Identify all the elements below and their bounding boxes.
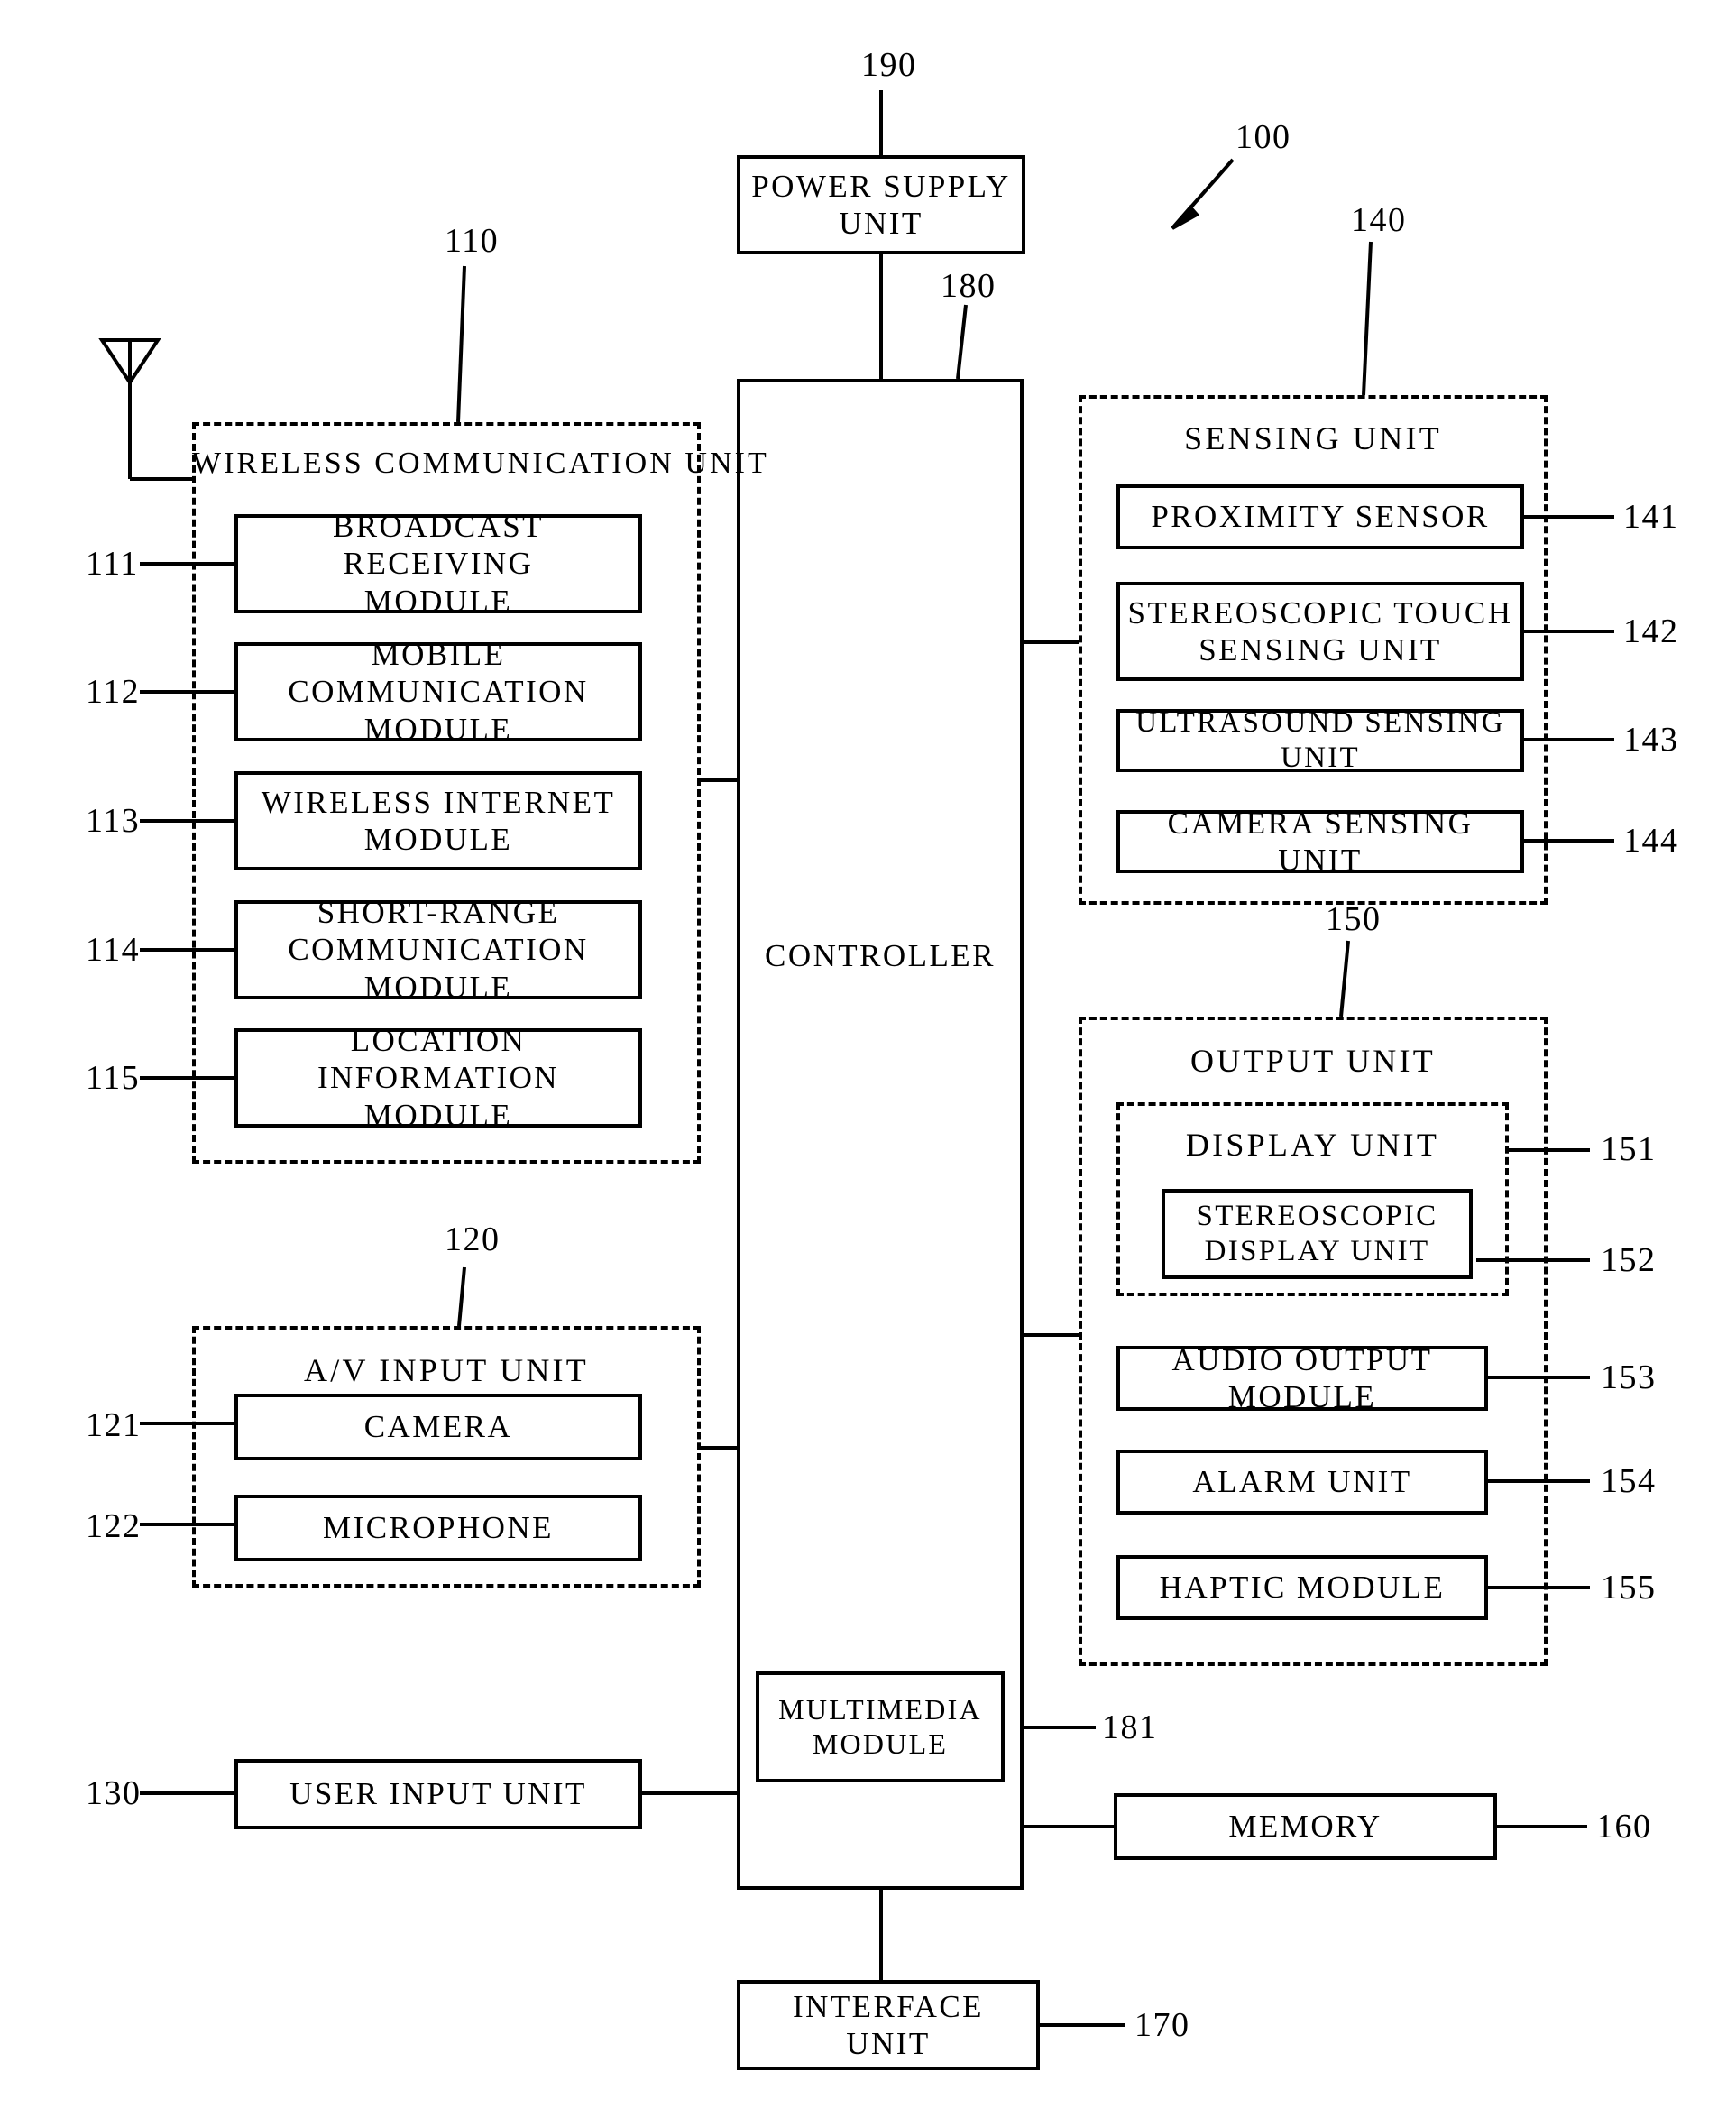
wireless-internet-module-label: WIRELESS INTERNET MODULE [261, 784, 616, 857]
camera-box: CAMERA [234, 1394, 642, 1460]
ref-181: 181 [1102, 1708, 1158, 1746]
proximity-sensor-label: PROXIMITY SENSOR [1151, 499, 1490, 535]
ref-141: 141 [1623, 498, 1679, 536]
proximity-sensor-box: PROXIMITY SENSOR [1116, 484, 1524, 549]
memory-label: MEMORY [1228, 1809, 1382, 1845]
stereoscopic-touch-sensing-unit-label: STEREOSCOPIC TOUCH SENSING UNIT [1127, 594, 1513, 668]
haptic-module-box: HAPTIC MODULE [1116, 1555, 1488, 1620]
ref-153: 153 [1601, 1358, 1657, 1396]
sensing-unit-title: SENSING UNIT [1184, 420, 1442, 456]
controller-label: CONTROLLER [765, 938, 996, 973]
interface-unit-box: INTERFACE UNIT [737, 1980, 1040, 2070]
broadcast-receiving-module-label: BROADCAST RECEIVING MODULE [332, 509, 545, 619]
microphone-label: MICROPHONE [323, 1510, 554, 1546]
ref-120: 120 [445, 1220, 501, 1258]
multimedia-module-label: MULTIMEDIA MODULE [778, 1692, 982, 1760]
alarm-unit-label: ALARM UNIT [1192, 1464, 1412, 1500]
ref-151: 151 [1601, 1130, 1657, 1168]
ref-140: 140 [1351, 201, 1407, 239]
stereoscopic-display-unit-label: STEREOSCOPIC DISPLAY UNIT [1196, 1200, 1438, 1267]
ref-170: 170 [1134, 2006, 1190, 2044]
audio-output-module-label: AUDIO OUTPUT MODULE [1171, 1341, 1433, 1414]
user-input-unit-label: USER INPUT UNIT [289, 1776, 587, 1812]
ref-190: 190 [861, 46, 917, 84]
ref-122: 122 [86, 1507, 142, 1545]
ref-110: 110 [445, 222, 500, 260]
audio-output-module-box: AUDIO OUTPUT MODULE [1116, 1342, 1488, 1414]
ref-160: 160 [1596, 1808, 1652, 1846]
wireless-internet-module-box: WIRELESS INTERNET MODULE [234, 771, 642, 870]
ref-150: 150 [1326, 900, 1382, 938]
user-input-unit-box: USER INPUT UNIT [234, 1759, 642, 1829]
ref-113: 113 [86, 802, 141, 840]
ref-121: 121 [86, 1406, 142, 1444]
camera-sensing-unit-label: CAMERA SENSING UNIT [1167, 805, 1474, 878]
camera-label: CAMERA [363, 1409, 513, 1445]
interface-unit-label: INTERFACE UNIT [793, 1988, 984, 2061]
stereoscopic-touch-sensing-unit-box: STEREOSCOPIC TOUCH SENSING UNIT [1116, 582, 1524, 681]
power-supply-unit-label: POWER SUPPLY UNIT [751, 168, 1011, 241]
alarm-unit-box: ALARM UNIT [1116, 1450, 1488, 1515]
ref-111: 111 [86, 545, 139, 583]
ref-115: 115 [86, 1059, 141, 1097]
haptic-module-label: HAPTIC MODULE [1159, 1570, 1446, 1606]
short-range-communication-module-box: SHORT-RANGE COMMUNICATION MODULE [234, 895, 642, 1005]
location-information-module-box: LOCATION INFORMATION MODULE [234, 1023, 642, 1133]
ultrasound-sensing-unit-box: ULTRASOUND SENSING UNIT [1116, 706, 1524, 774]
ultrasound-sensing-unit-label: ULTRASOUND SENSING UNIT [1135, 706, 1505, 774]
output-unit-title: OUTPUT UNIT [1190, 1043, 1436, 1079]
ref-142: 142 [1623, 612, 1679, 650]
wireless-communication-unit-title: WIRELESS COMMUNICATION UNIT [192, 447, 769, 480]
ref-155: 155 [1601, 1569, 1657, 1607]
location-information-module-label: LOCATION INFORMATION MODULE [317, 1023, 560, 1133]
ref-130: 130 [86, 1774, 142, 1812]
short-range-communication-module-label: SHORT-RANGE COMMUNICATION MODULE [288, 895, 589, 1005]
memory-box: MEMORY [1114, 1793, 1497, 1860]
multimedia-module-box: MULTIMEDIA MODULE [756, 1671, 1005, 1782]
ref-112: 112 [86, 673, 141, 711]
mobile-communication-module-label: MOBILE COMMUNICATION MODULE [288, 637, 589, 747]
controller-box: CONTROLLER [737, 379, 1024, 1890]
av-input-unit-title: A/V INPUT UNIT [303, 1352, 590, 1388]
broadcast-receiving-module-box: BROADCAST RECEIVING MODULE [234, 509, 642, 619]
ref-100: 100 [1235, 118, 1291, 156]
patent-figure-canvas: POWER SUPPLY UNIT 190 100 CONTROLLER 180… [0, 0, 1736, 2118]
ref-152: 152 [1601, 1241, 1657, 1279]
display-unit-title: DISPLAY UNIT [1185, 1127, 1440, 1163]
camera-sensing-unit-box: CAMERA SENSING UNIT [1116, 806, 1524, 878]
mobile-communication-module-box: MOBILE COMMUNICATION MODULE [234, 637, 642, 747]
ref-144: 144 [1623, 822, 1679, 860]
power-supply-unit-box: POWER SUPPLY UNIT [737, 155, 1025, 254]
ref-154: 154 [1601, 1462, 1657, 1500]
ref-114: 114 [86, 931, 141, 969]
stereoscopic-display-unit-box: STEREOSCOPIC DISPLAY UNIT [1162, 1189, 1473, 1279]
ref-180: 180 [941, 267, 997, 305]
ref-143: 143 [1623, 721, 1679, 759]
microphone-box: MICROPHONE [234, 1495, 642, 1561]
